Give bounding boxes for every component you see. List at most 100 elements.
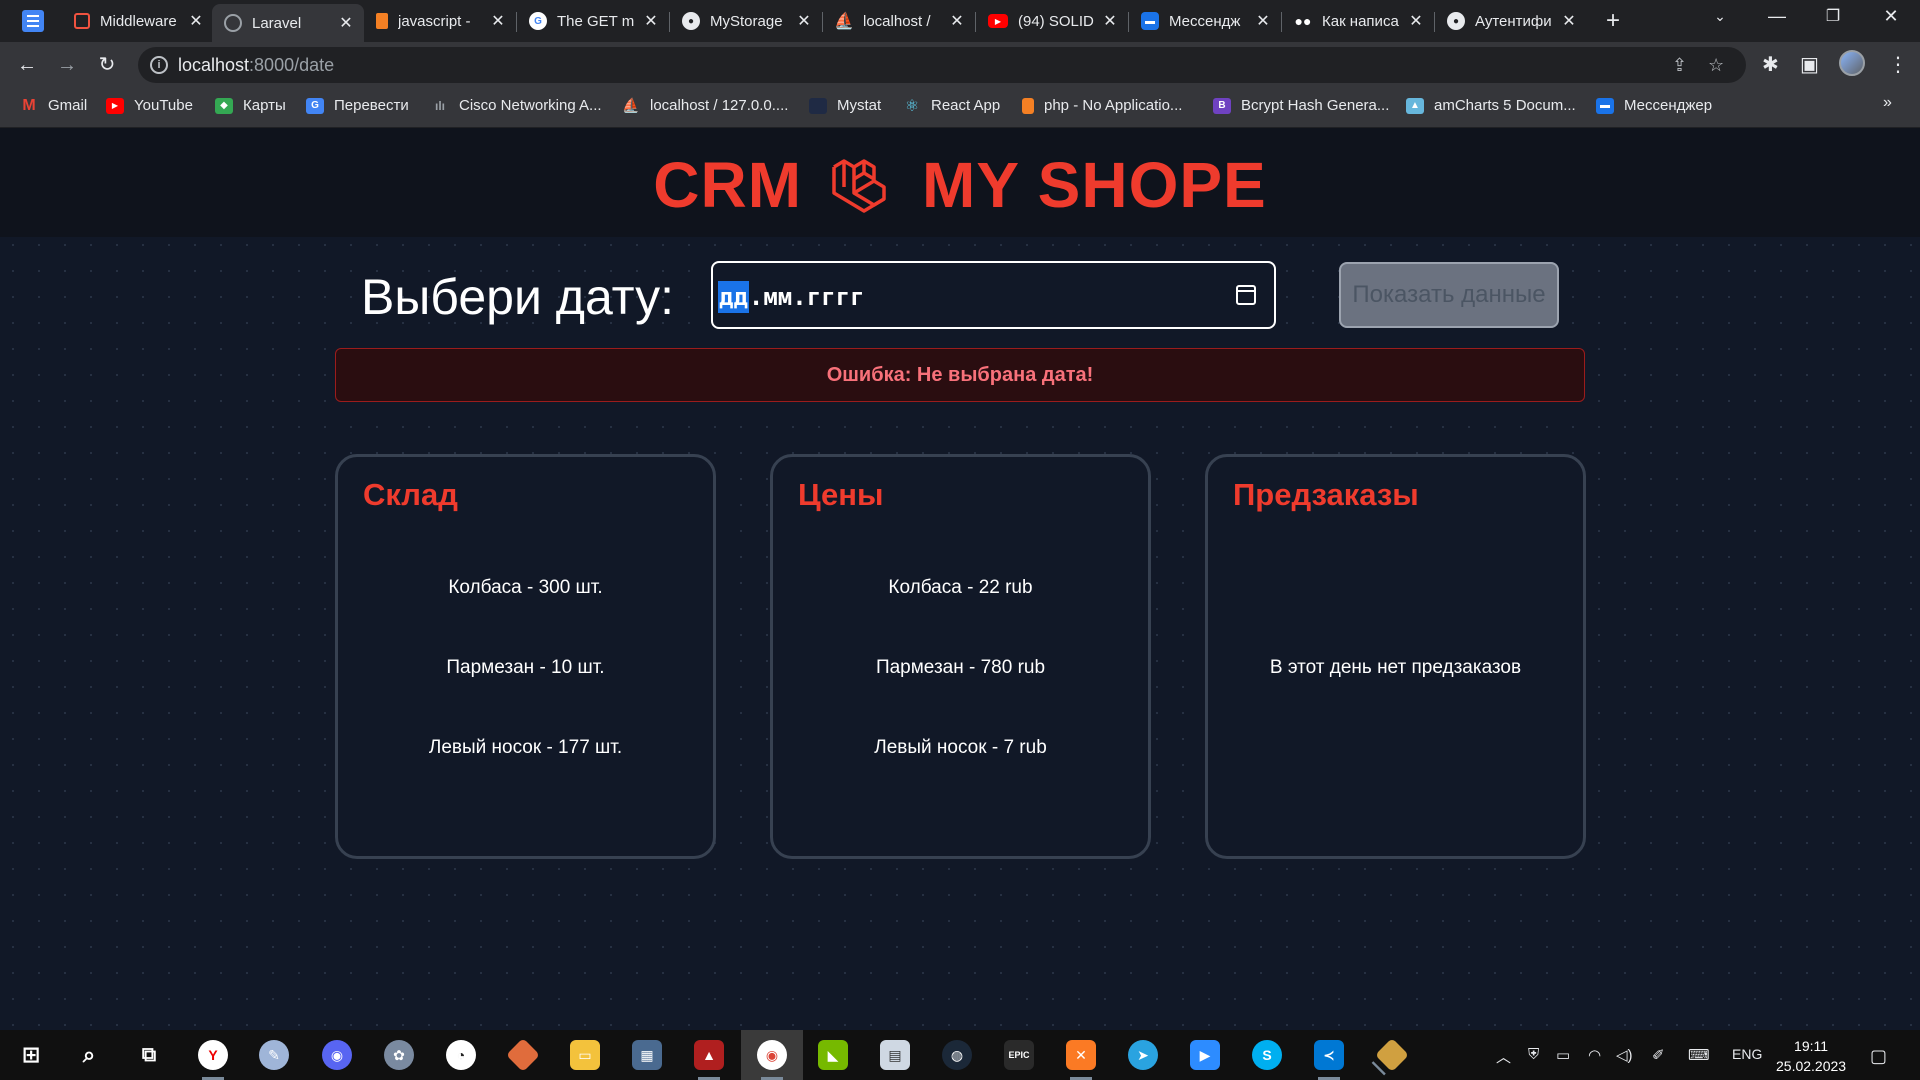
volume-icon[interactable]: ◁) <box>1616 1046 1633 1064</box>
menu-icon[interactable]: ⋮ <box>1888 52 1908 77</box>
bookmark-gmail[interactable]: M Gmail <box>20 97 87 115</box>
zoom-icon[interactable]: ▶ <box>1190 1040 1220 1070</box>
bookmark-amcharts[interactable]: ▲ amCharts 5 Docum... <box>1406 97 1576 114</box>
epic-games-icon[interactable]: EPIC <box>1004 1040 1034 1070</box>
telegram-icon[interactable]: ➤ <box>1128 1040 1158 1070</box>
clock[interactable]: 19:11 25.02.2023 <box>1776 1036 1846 1076</box>
date-input[interactable]: дд.мм.гггг <box>711 261 1276 329</box>
calculator-icon[interactable]: ▦ <box>632 1040 662 1070</box>
bookmark-cisco[interactable]: ılı Cisco Networking A... <box>431 97 602 114</box>
bookmark-php-question[interactable]: php - No Applicatio... <box>1022 97 1182 114</box>
new-tab-button[interactable]: + <box>1600 8 1626 34</box>
tab-mystorage[interactable]: ● MyStorage ✕ <box>670 0 822 42</box>
page-content: CRM MY SHOPE Выбери дату: дд.мм.гггг Пок… <box>0 128 1920 1030</box>
google-icon: G <box>529 12 547 30</box>
tab-javascript[interactable]: javascript - ✕ <box>364 0 516 42</box>
forward-icon[interactable]: → <box>54 52 80 78</box>
close-tab-icon[interactable]: ✕ <box>338 13 354 33</box>
app-icon[interactable]: ◔ <box>446 1040 476 1070</box>
battery-icon[interactable]: ▭ <box>1556 1046 1570 1064</box>
close-tab-icon[interactable]: ✕ <box>1255 11 1271 31</box>
minimize-icon[interactable]: — <box>1762 6 1792 27</box>
close-window-icon[interactable]: ✕ <box>1876 6 1906 27</box>
steam-icon[interactable]: ◍ <box>942 1040 972 1070</box>
vscode-icon[interactable]: ≺ <box>1314 1040 1344 1080</box>
side-panel-icon[interactable]: ▣ <box>1800 52 1819 77</box>
close-tab-icon[interactable]: ✕ <box>1408 11 1424 31</box>
nvidia-icon[interactable]: ◣ <box>818 1040 848 1070</box>
youtube-icon: ▶ <box>106 97 124 114</box>
laravel-logo-icon <box>832 159 886 213</box>
calendar-icon[interactable] <box>1236 285 1256 305</box>
notifications-icon[interactable]: ▢ <box>1870 1046 1887 1067</box>
tab-search-icon[interactable] <box>22 10 44 32</box>
browser-toolbar: ← → ↻ i localhost:8000/date ⇪ ☆ <box>0 42 1920 88</box>
app-icon[interactable]: ▤ <box>880 1040 910 1070</box>
git-icon[interactable] <box>506 1038 540 1072</box>
bookmark-maps[interactable]: ◆ Карты <box>215 97 286 114</box>
close-tab-icon[interactable]: ✕ <box>1102 11 1118 31</box>
discord-icon[interactable]: ◉ <box>322 1040 352 1070</box>
chrome-icon[interactable]: ◉ <box>757 1040 787 1080</box>
bookmark-star-icon[interactable]: ☆ <box>1708 55 1724 76</box>
tab-middleware[interactable]: Middleware ✕ <box>62 0 214 42</box>
extensions-icon[interactable]: ✱ <box>1762 52 1779 77</box>
file-explorer-icon[interactable]: ▭ <box>570 1040 600 1070</box>
paint-icon[interactable]: ✎ <box>259 1040 289 1070</box>
stackoverflow-icon <box>376 13 388 29</box>
site-info-icon[interactable]: i <box>150 56 168 74</box>
cisco-icon: ılı <box>434 98 445 113</box>
keyboard-icon[interactable]: ⌨ <box>1688 1046 1710 1064</box>
bookmark-react-app[interactable]: ⚛ React App <box>903 97 1000 115</box>
bookmark-localhost[interactable]: ⛵ localhost / 127.0.0.... <box>622 97 788 114</box>
network-icon[interactable]: ◠ <box>1588 1046 1601 1064</box>
show-data-button[interactable]: Показать данные <box>1339 262 1559 328</box>
restore-icon[interactable]: ❐ <box>1818 6 1848 26</box>
app-icon[interactable]: ▲ <box>694 1040 724 1080</box>
brand-my-shope: MY SHOPE <box>922 149 1267 221</box>
back-icon[interactable]: ← <box>14 52 40 78</box>
close-tab-icon[interactable]: ✕ <box>796 11 812 31</box>
bookmark-mystat[interactable]: Mystat <box>809 97 881 114</box>
close-tab-icon[interactable]: ✕ <box>490 11 506 31</box>
tab-how-to-write[interactable]: ●● Как написа ✕ <box>1282 0 1434 42</box>
close-tab-icon[interactable]: ✕ <box>949 11 965 31</box>
pen-icon[interactable]: ✐ <box>1652 1046 1665 1064</box>
close-tab-icon[interactable]: ✕ <box>188 11 204 31</box>
task-view-icon[interactable]: ⧉ <box>134 1040 164 1070</box>
address-bar[interactable]: i localhost:8000/date ⇪ ☆ <box>138 47 1746 83</box>
card-title: Склад <box>363 477 458 512</box>
search-icon[interactable]: ⌕ <box>74 1040 104 1070</box>
xampp-icon[interactable]: ✕ <box>1066 1040 1096 1080</box>
bookmark-bcrypt[interactable]: B Bcrypt Hash Genera... <box>1213 97 1389 114</box>
close-tab-icon[interactable]: ✕ <box>643 11 659 31</box>
tab-auth[interactable]: ● Аутентифи ✕ <box>1435 0 1587 42</box>
git-gui-icon[interactable] <box>1375 1038 1409 1072</box>
share-icon[interactable]: ⇪ <box>1672 55 1687 76</box>
windows-start-icon[interactable]: ⊞ <box>16 1040 46 1070</box>
yandex-browser-icon[interactable]: Y <box>198 1040 228 1080</box>
tab-laravel[interactable]: Laravel ✕ <box>212 4 364 42</box>
tab-youtube-solid[interactable]: ▶ (94) SOLID ✕ <box>976 0 1128 42</box>
security-icon[interactable]: ⛨ <box>1528 1046 1539 1063</box>
tab-get-method[interactable]: G The GET m ✕ <box>517 0 669 42</box>
list-item: Колбаса - 22 rub <box>888 577 1033 598</box>
profile-avatar[interactable] <box>1839 50 1865 76</box>
amcharts-icon: ▲ <box>1406 97 1424 114</box>
tab-search-dropdown-icon[interactable]: ⌄ <box>1705 8 1735 25</box>
reload-icon[interactable]: ↻ <box>94 52 120 78</box>
phpmyadmin-icon: ⛵ <box>834 13 854 30</box>
tab-localhost[interactable]: ⛵ localhost / ✕ <box>823 0 975 42</box>
language-indicator[interactable]: ENG <box>1732 1046 1762 1062</box>
skype-icon[interactable]: S <box>1252 1040 1282 1070</box>
bookmark-youtube[interactable]: ▶ YouTube <box>106 97 193 114</box>
bookmarks-bar: M Gmail ▶ YouTube ◆ Карты G Перевести ıl… <box>0 88 1920 128</box>
bookmark-messenger[interactable]: ▬ Мессенджер <box>1596 97 1712 114</box>
more-bookmarks-icon[interactable]: » <box>1883 94 1892 112</box>
close-tab-icon[interactable]: ✕ <box>1561 11 1577 31</box>
app-icon[interactable]: ✿ <box>384 1040 414 1070</box>
tab-messenger[interactable]: ▬ Мессендж ✕ <box>1129 0 1281 42</box>
date-label: Выбери дату: <box>361 269 675 325</box>
show-hidden-icons-icon[interactable]: ︿ <box>1496 1046 1511 1067</box>
bookmark-translate[interactable]: G Перевести <box>306 97 409 114</box>
